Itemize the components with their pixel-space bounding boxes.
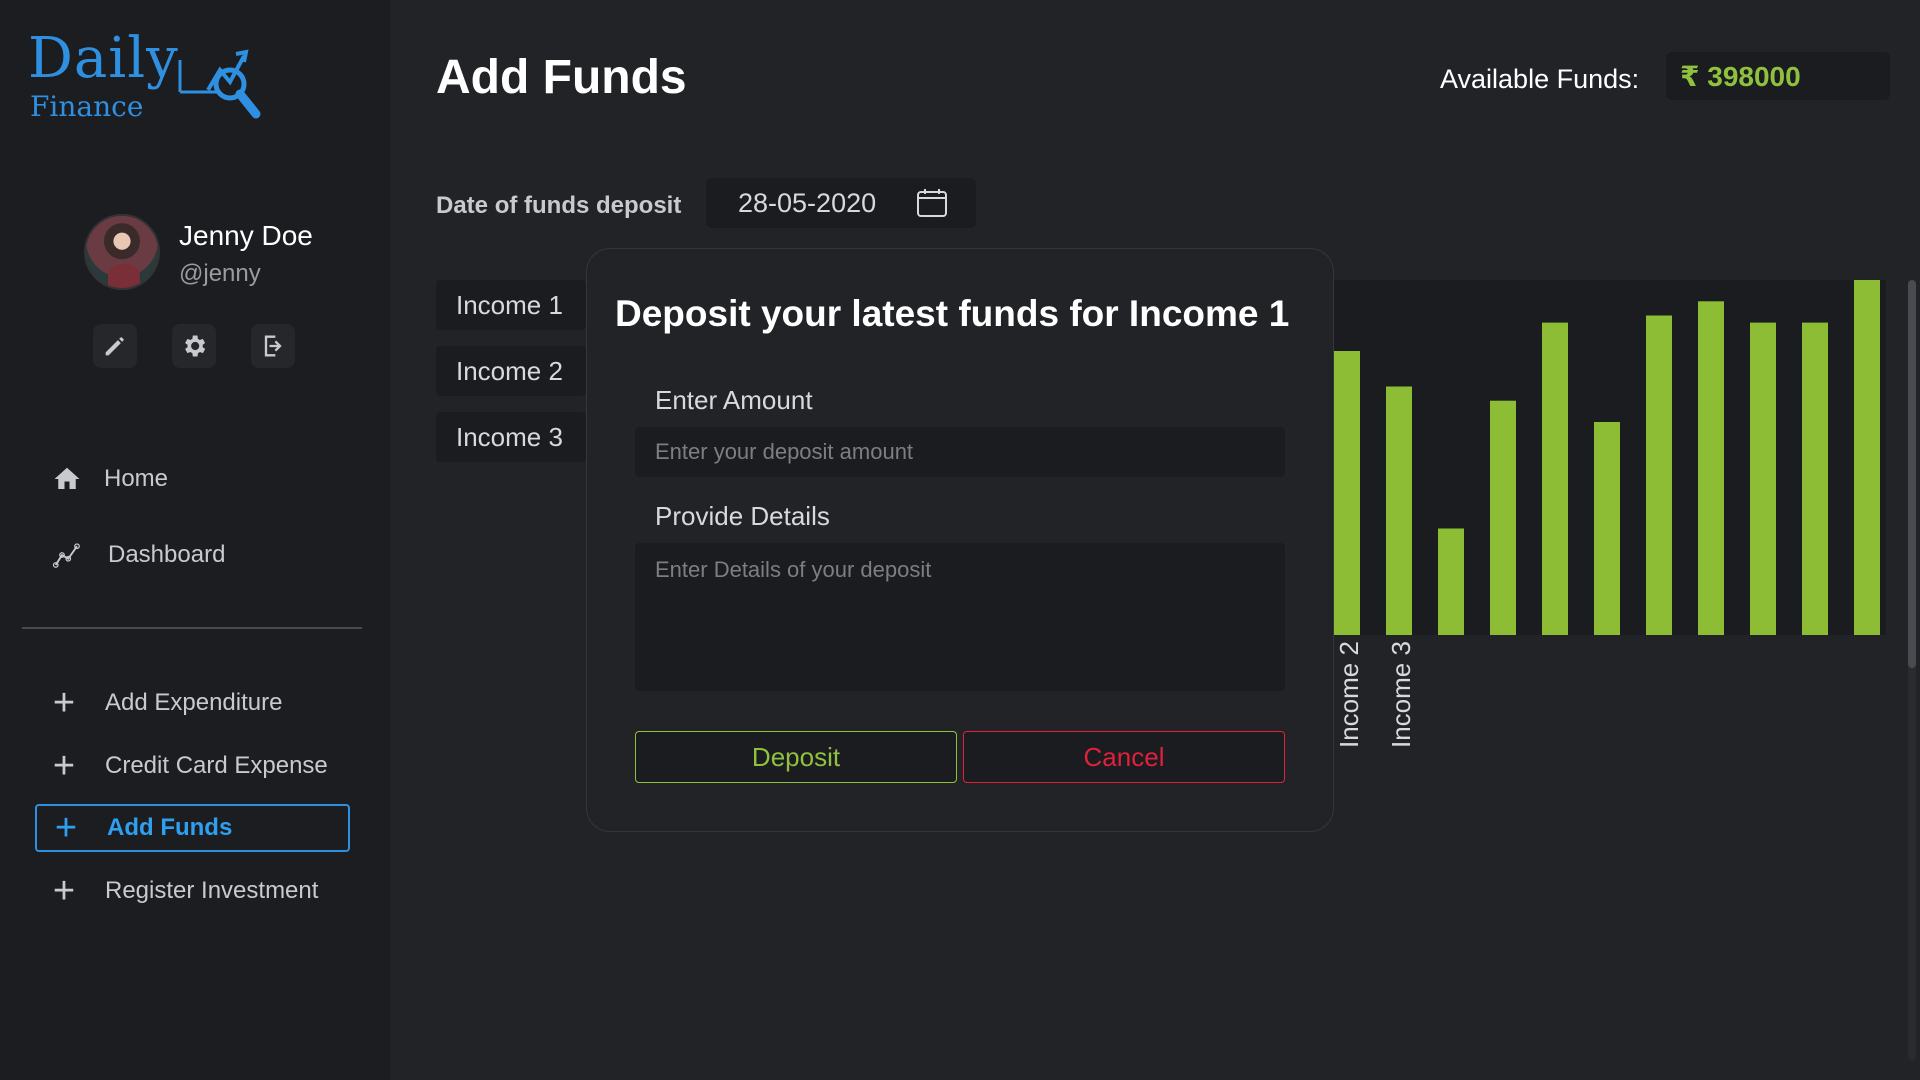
amount-label: Enter Amount: [655, 385, 813, 415]
add-expenditure-button[interactable]: + Add Expenditure: [35, 679, 350, 727]
brand-name: Daily: [28, 26, 179, 91]
avatar[interactable]: [84, 214, 160, 290]
home-icon: [50, 462, 84, 496]
add-expenditure-label: Add Expenditure: [105, 689, 283, 716]
add-funds-label: Add Funds: [107, 814, 233, 841]
income-bar-chart: [1334, 280, 1886, 635]
chart-bar: [1854, 280, 1880, 635]
plus-icon: +: [54, 807, 78, 849]
date-label: Date of funds deposit: [436, 192, 682, 219]
chart-bar: [1698, 301, 1724, 635]
credit-card-expense-label: Credit Card Expense: [105, 752, 328, 779]
cancel-button[interactable]: Cancel: [963, 731, 1285, 783]
details-label: Provide Details: [655, 501, 830, 531]
plus-icon: +: [52, 870, 76, 912]
available-funds-value: ₹ 398000: [1666, 52, 1890, 100]
sidebar: Daily Finance Jenny Doe @jenny Home Dash…: [0, 0, 390, 1080]
chart-bar: [1334, 351, 1360, 635]
register-investment-label: Register Investment: [105, 877, 319, 904]
register-investment-button[interactable]: + Register Investment: [35, 867, 350, 915]
scrollbar-thumb[interactable]: [1908, 280, 1916, 668]
plus-icon: +: [52, 745, 76, 787]
magnifier-chart-icon: [178, 49, 261, 119]
plus-icon: +: [52, 682, 76, 724]
brand-sub: Finance: [30, 90, 144, 123]
gear-icon: [185, 335, 206, 357]
date-value: 28-05-2020: [738, 187, 877, 218]
date-picker[interactable]: 28-05-2020: [706, 178, 976, 228]
nav-home[interactable]: Home: [50, 462, 168, 496]
x-tick-label: Income 2: [1334, 641, 1364, 748]
chart-bar: [1802, 322, 1828, 635]
income-tab-3[interactable]: Income 3: [436, 412, 586, 462]
chart-bar: [1750, 322, 1776, 635]
edit-profile-button[interactable]: [93, 324, 137, 368]
chart-bar: [1646, 315, 1672, 635]
page-title: Add Funds: [436, 51, 687, 104]
user-name: Jenny Doe: [179, 220, 313, 251]
chart-bar: [1542, 322, 1568, 635]
brand-logo[interactable]: Daily Finance: [28, 26, 278, 126]
modal-title: Deposit your latest funds for Income 1: [615, 293, 1290, 334]
sidebar-divider: [22, 627, 362, 629]
x-tick-label: Income 3: [1386, 641, 1416, 748]
calendar-icon[interactable]: [916, 188, 948, 218]
amount-input[interactable]: [635, 427, 1285, 477]
chart-bar: [1438, 528, 1464, 635]
details-input[interactable]: [635, 543, 1285, 691]
chart-bar: [1594, 422, 1620, 635]
add-funds-button[interactable]: + Add Funds: [35, 804, 350, 852]
income-tab-2[interactable]: Income 2: [436, 346, 586, 396]
nav-home-label: Home: [104, 465, 169, 492]
user-handle: @jenny: [179, 260, 261, 287]
logout-button[interactable]: [251, 324, 295, 368]
chart-line-icon: [50, 538, 84, 572]
settings-button[interactable]: [172, 324, 216, 368]
chart-bar: [1386, 386, 1412, 635]
chart-bar: [1490, 400, 1516, 635]
logout-icon: [264, 335, 282, 357]
deposit-button[interactable]: Deposit: [635, 731, 957, 783]
deposit-modal: Deposit your latest funds for Income 1 E…: [586, 248, 1334, 832]
chart-x-axis: Income 2 Income 3: [1334, 636, 1534, 756]
nav-dashboard-label: Dashboard: [108, 541, 226, 568]
edit-icon: [105, 337, 124, 356]
nav-dashboard[interactable]: Dashboard: [50, 538, 225, 572]
credit-card-expense-button[interactable]: + Credit Card Expense: [35, 742, 350, 790]
income-tab-1[interactable]: Income 1: [436, 280, 586, 330]
available-funds-label: Available Funds:: [1440, 64, 1640, 94]
